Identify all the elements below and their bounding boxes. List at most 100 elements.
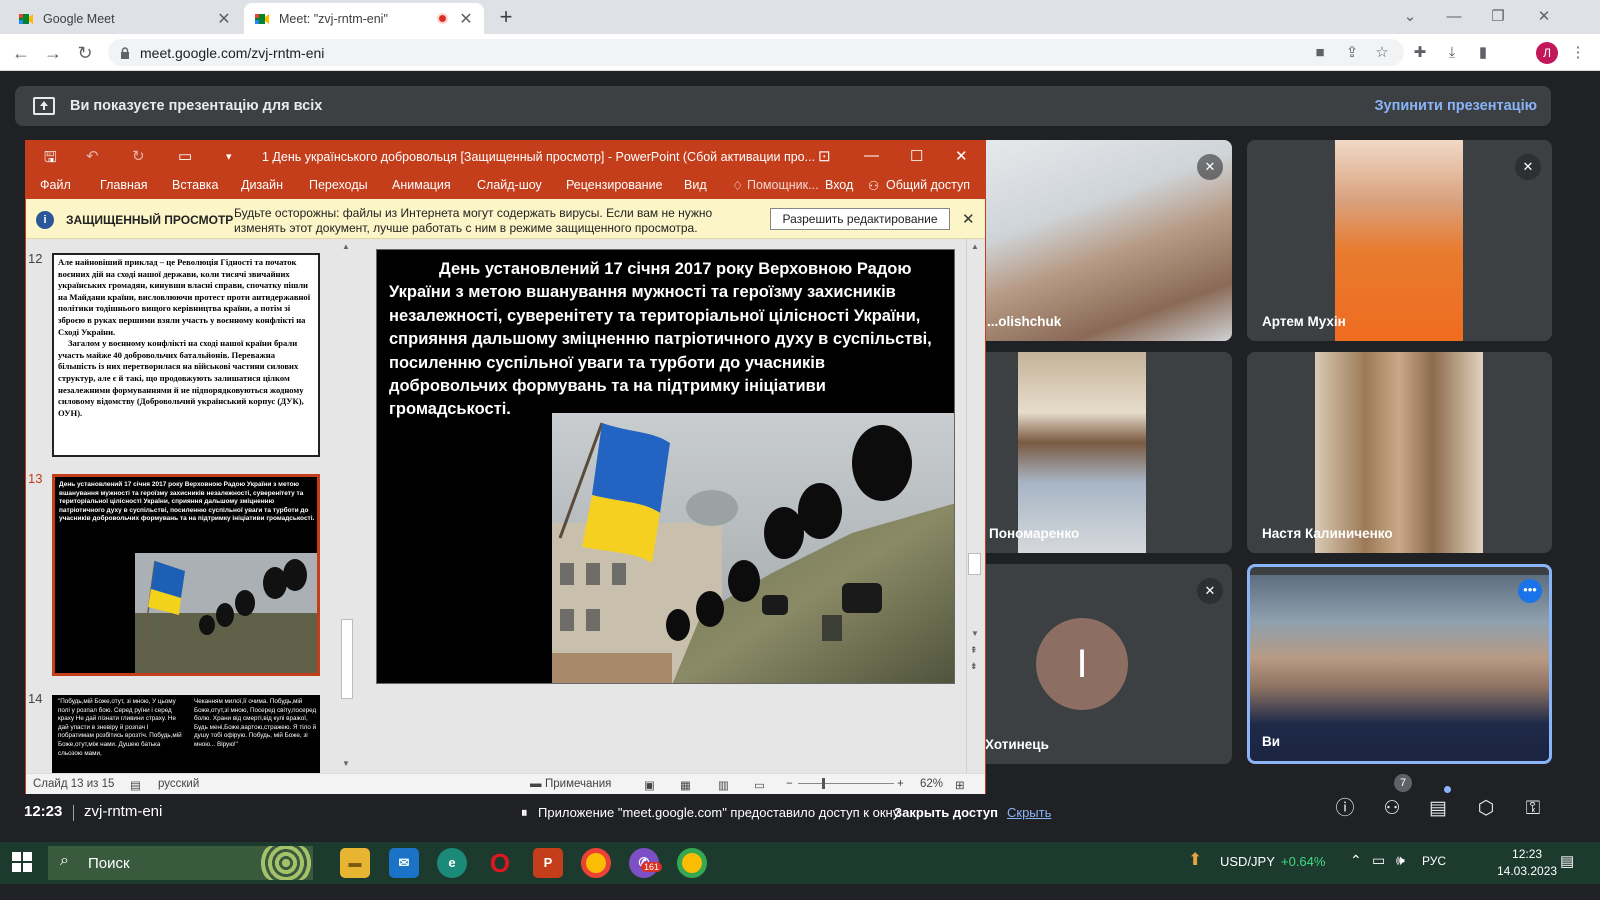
system-clock[interactable]: 12:23 14.03.2023 <box>1497 846 1557 880</box>
slide-sorter-icon[interactable]: ▦ <box>680 778 691 792</box>
slide-scrollbar[interactable]: ▲ ▼ ⇞ ⇟ <box>966 239 983 773</box>
new-tab-button[interactable]: + <box>492 4 520 30</box>
spellcheck-icon[interactable]: ▤ <box>130 778 141 792</box>
customize-toolbar-icon[interactable]: ▾ <box>226 150 232 163</box>
opera-icon[interactable]: O <box>485 848 515 878</box>
zoom-slider-handle[interactable] <box>822 778 825 789</box>
network-icon[interactable]: ▭ <box>1372 852 1385 869</box>
chrome-icon[interactable] <box>581 848 611 878</box>
people-icon[interactable]: ⚇ <box>1375 792 1409 826</box>
tab-google-meet[interactable]: Google Meet ✕ <box>8 3 242 34</box>
extensions-icon[interactable]: ✚ <box>1410 43 1430 63</box>
volume-icon[interactable]: 🕪 <box>1396 852 1405 869</box>
ribbon-display-icon[interactable]: ⊡ <box>818 147 831 165</box>
present-from-start-icon[interactable]: ▭ <box>178 147 192 165</box>
stop-sharing-button[interactable]: Закрыть доступ <box>894 805 998 820</box>
profile-avatar[interactable]: Л <box>1536 42 1558 64</box>
participant-tile[interactable]: ✕ Артем Мухін <box>1247 140 1552 341</box>
close-icon[interactable]: ✕ <box>962 210 975 228</box>
ticker-symbol[interactable]: USD/JPY <box>1220 854 1275 869</box>
ribbon-tab-view[interactable]: Вид <box>684 178 707 192</box>
normal-view-icon[interactable]: ▣ <box>644 778 655 792</box>
close-window-button[interactable]: ✕ <box>1524 4 1564 30</box>
close-tab-icon[interactable]: ✕ <box>458 9 474 29</box>
reading-view-icon[interactable]: ▥ <box>718 778 729 792</box>
share-page-icon[interactable]: ⇪ <box>1342 43 1362 63</box>
url-field[interactable]: meet.google.com/zvj-rntm-eni <box>108 39 1404 66</box>
tab-search-icon[interactable]: ⌄ <box>1390 4 1430 30</box>
next-slide-icon[interactable]: ⇟ <box>970 661 978 672</box>
zoom-in-icon[interactable]: + <box>897 778 904 790</box>
ppt-maximize-button[interactable]: ☐ <box>910 147 923 165</box>
ppt-close-button[interactable]: ✕ <box>955 147 968 165</box>
ribbon-tab-review[interactable]: Рецензирование <box>566 178 663 192</box>
close-tab-icon[interactable]: ✕ <box>216 9 232 29</box>
stop-presenting-button[interactable]: Зупинити презентацію <box>1374 98 1537 114</box>
scroll-up-icon[interactable]: ▲ <box>971 242 979 251</box>
mail-icon[interactable]: ✉ <box>389 848 419 878</box>
slide-thumbnail-12[interactable]: Але найновіший приклад – це Революція Гі… <box>52 253 320 457</box>
pause-icon[interactable]: ⏸ <box>521 805 528 821</box>
more-options-icon[interactable]: ••• <box>1518 579 1542 603</box>
signin-link[interactable]: Вход <box>825 178 853 192</box>
chat-icon[interactable]: ▤ <box>1421 792 1455 826</box>
tab-meet-call[interactable]: Meet: "zvj-rntm-eni" ✕ <box>244 3 484 34</box>
ribbon-tab-transitions[interactable]: Переходы <box>309 178 368 192</box>
ribbon-tell-me[interactable]: Помощник... <box>747 178 819 192</box>
zoom-out-icon[interactable]: − <box>786 778 793 790</box>
ribbon-tab-home[interactable]: Главная <box>100 178 148 192</box>
windows-start-icon[interactable] <box>12 852 32 872</box>
host-controls-icon[interactable]: ⚿ <box>1516 792 1550 826</box>
ribbon-tab-insert[interactable]: Вставка <box>172 178 218 192</box>
redo-icon[interactable]: ↻ <box>132 147 145 165</box>
ribbon-tab-animations[interactable]: Анимация <box>392 178 451 192</box>
current-slide[interactable]: День установлений 17 січня 2017 року Вер… <box>376 249 955 684</box>
thumbnails-scrollbar[interactable]: ▲ ▼ <box>340 239 354 773</box>
fit-to-window-icon[interactable]: ⊞ <box>955 778 965 792</box>
slideshow-icon[interactable]: ▭ <box>754 778 765 792</box>
powerpoint-icon[interactable]: P <box>533 848 563 878</box>
bookmark-star-icon[interactable]: ☆ <box>1372 43 1392 63</box>
zoom-slider[interactable] <box>798 783 894 784</box>
edge-icon[interactable]: e <box>437 848 467 878</box>
scroll-down-icon[interactable]: ▼ <box>342 759 350 768</box>
ribbon-tab-slideshow[interactable]: Слайд-шоу <box>477 178 542 192</box>
ppt-minimize-button[interactable]: — <box>864 147 879 164</box>
reload-icon[interactable]: ↻ <box>74 42 96 64</box>
participant-tile[interactable]: Пономаренко <box>945 352 1232 553</box>
participant-tile[interactable]: ✕ ...olishchuk <box>945 140 1232 341</box>
ribbon-tab-design[interactable]: Дизайн <box>241 178 283 192</box>
notes-button[interactable]: Примечания <box>545 778 611 790</box>
scroll-thumb[interactable] <box>968 553 981 575</box>
taskbar-search[interactable]: ⌕ Поиск <box>48 846 313 880</box>
previous-slide-icon[interactable]: ⇞ <box>970 645 978 656</box>
scroll-thumb[interactable] <box>341 619 353 699</box>
chrome-icon[interactable] <box>677 848 707 878</box>
participant-tile-self[interactable]: ••• Ви <box>1247 564 1552 764</box>
tray-expand-icon[interactable]: ⌃ <box>1350 852 1362 869</box>
notifications-icon[interactable]: ▤ <box>1560 852 1574 870</box>
enable-editing-button[interactable]: Разрешить редактирование <box>770 208 950 230</box>
save-icon[interactable]: 🖫 <box>44 147 57 172</box>
scroll-down-icon[interactable]: ▼ <box>971 629 979 638</box>
language-indicator[interactable]: русский <box>158 778 199 790</box>
minimize-button[interactable]: — <box>1434 4 1474 30</box>
participant-tile[interactable]: Настя Калиниченко <box>1247 352 1552 553</box>
share-button[interactable]: Общий доступ <box>886 178 970 192</box>
scroll-up-icon[interactable]: ▲ <box>342 242 350 251</box>
browser-menu-icon[interactable]: ⋮ <box>1568 43 1588 63</box>
hide-button[interactable]: Скрыть <box>1007 805 1051 820</box>
participant-tile[interactable]: І ✕ Хотинець <box>945 564 1232 764</box>
camera-in-use-icon[interactable]: ■ <box>1310 43 1330 63</box>
forward-icon[interactable]: → <box>42 42 64 64</box>
input-language[interactable]: РУС <box>1422 854 1446 868</box>
slide-thumbnail-13-selected[interactable]: День установлений 17 січня 2017 року Вер… <box>52 474 320 676</box>
slide-thumbnail-14[interactable]: "Побудь,мій Боже,отут, зі мною, У цьому … <box>52 695 320 773</box>
ribbon-tab-file[interactable]: Файл <box>40 178 71 192</box>
undo-icon[interactable]: ↶ <box>86 147 99 165</box>
side-panel-icon[interactable]: ▮ <box>1473 43 1493 63</box>
slide-thumbnails-pane[interactable]: 12 Але найновіший приклад – це Революція… <box>26 239 354 773</box>
restore-button[interactable]: ❐ <box>1478 4 1518 30</box>
file-explorer-icon[interactable]: ▬ <box>340 848 370 878</box>
meeting-details-icon[interactable]: ⓘ <box>1328 792 1362 826</box>
